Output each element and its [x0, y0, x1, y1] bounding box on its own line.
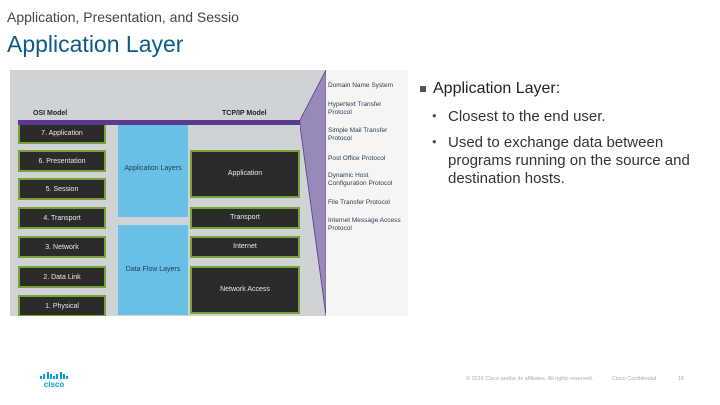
bullet-heading: Application Layer:	[420, 80, 715, 98]
osi-layer-7: 7. Application	[18, 122, 106, 144]
osi-tcpip-diagram: OSI Model TCP/IP Model 7. Application 6.…	[10, 70, 408, 316]
protocol-http: Hypertext Transfer Protocol	[328, 101, 382, 116]
tcpip-model-heading: TCP/IP Model	[222, 110, 267, 117]
square-bullet-icon	[420, 86, 426, 92]
dot-bullet-icon: •	[432, 108, 437, 123]
slide-subtitle: Application, Presentation, and Sessio	[7, 9, 239, 25]
data-flow-layers-group: Data Flow Layers	[118, 225, 188, 315]
slide-title: Application Layer	[7, 31, 184, 57]
bullet-heading-text: Application Layer:	[433, 80, 561, 97]
footer-page-number: 16	[678, 376, 685, 382]
bullet-list: Application Layer: • Closest to the end …	[420, 80, 715, 188]
osi-layer-4: 4. Transport	[18, 207, 106, 229]
bullet-item-text: Closest to the end user.	[448, 108, 606, 125]
footer-copyright: © 2016 Cisco and/or its affiliates. All …	[466, 376, 594, 382]
application-highlight-band	[18, 120, 300, 125]
osi-model-heading: OSI Model	[33, 110, 68, 117]
bullet-item-text: Used to exchange data between programs r…	[448, 134, 690, 187]
footer-confidential: Cisco Confidential	[612, 376, 657, 382]
tcpip-layer-network-access: Network Access	[190, 266, 300, 314]
protocol-pop: Post Office Protocol	[328, 155, 386, 162]
tcpip-layer-internet: Internet	[190, 236, 300, 258]
protocol-smtp: Simple Mail Transfer Protocol	[328, 127, 388, 142]
cisco-logo: cisco	[40, 372, 68, 389]
bullet-item: • Closest to the end user.	[420, 108, 715, 126]
osi-layer-5: 5. Session	[18, 178, 106, 200]
osi-layer-6: 6. Presentation	[18, 150, 106, 172]
protocol-ftp: File Transfer Protocol	[328, 199, 390, 206]
protocol-dns: Domain Name System	[328, 82, 394, 89]
protocol-funnel-shape	[300, 70, 326, 316]
bullet-item: • Used to exchange data between programs…	[420, 134, 715, 188]
protocol-imap: Internet Message Access Protocol	[328, 217, 401, 232]
osi-layer-1: 1. Physical	[18, 295, 106, 316]
dot-bullet-icon: •	[432, 134, 437, 149]
osi-layer-2: 2. Data Link	[18, 266, 106, 288]
tcpip-layer-application: Application	[190, 150, 300, 198]
cisco-logo-bars-icon	[40, 372, 68, 379]
cisco-logo-wordmark: cisco	[43, 380, 65, 389]
tcpip-layer-transport: Transport	[190, 207, 300, 229]
application-layers-group: Application Layers	[118, 122, 188, 217]
protocol-dhcp: Dynamic Host Configuration Protocol	[328, 172, 393, 187]
osi-layer-3: 3. Network	[18, 236, 106, 258]
